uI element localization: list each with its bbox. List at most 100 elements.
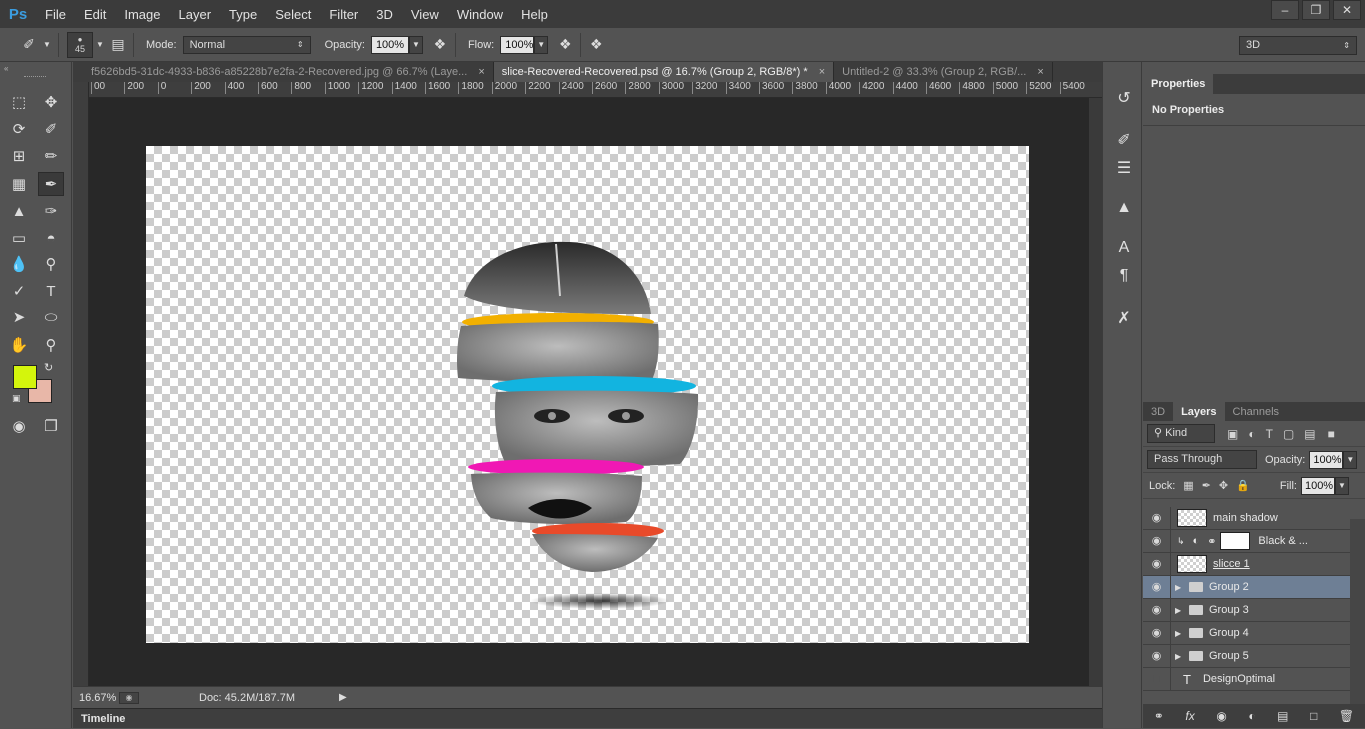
mode-select[interactable]: Normal ⇕ [182,35,311,54]
layer-opacity-dropdown[interactable]: ▼ [1343,450,1358,469]
canvas-vertical-scrollbar[interactable] [1089,98,1102,686]
screen-mode-icon[interactable]: ❐ [38,414,64,438]
fill-input[interactable]: 100% [1300,476,1335,495]
filter-pixel-icon[interactable]: ▣ [1227,427,1238,441]
expand-arrow-icon[interactable]: ▶ [1175,583,1185,592]
brush-tool-preset-icon[interactable]: ✐ [18,34,40,56]
visibility-eye-icon[interactable]: ◉ [1143,506,1171,530]
menu-filter[interactable]: Filter [320,7,367,22]
brush-dropdown[interactable]: ▼ [93,36,107,54]
dodge-tool-icon[interactable]: ⚲ [38,252,64,276]
layers-scrollbar[interactable] [1350,519,1365,704]
expand-arrow-icon[interactable]: ▶ [1175,629,1185,638]
type-tool-icon[interactable]: T [38,279,64,303]
expand-arrow-icon[interactable]: ▶ [1175,652,1185,661]
menu-image[interactable]: Image [115,7,169,22]
paint-bucket-tool-icon[interactable]: ◓ [38,226,64,250]
healing-brush-tool-icon[interactable]: ▦ [6,172,32,196]
opacity-dropdown[interactable]: ▼ [408,35,423,54]
layer-opacity-input[interactable]: 100% [1309,450,1344,469]
brush-size-picker[interactable]: ● 45 [67,31,93,58]
restore-button[interactable]: ❐ [1302,0,1330,20]
tool-presets-icon[interactable]: ✗ [1112,306,1136,330]
layer-row[interactable]: ◉ ▶ Group 2 [1143,575,1350,599]
visibility-eye-icon[interactable]: ◉ [1143,575,1171,599]
paragraph-panel-icon[interactable]: ¶ [1112,264,1136,288]
menu-window[interactable]: Window [448,7,512,22]
default-colors-icon[interactable]: ▣ [12,393,21,404]
document-canvas[interactable] [146,146,1029,643]
tab-3d[interactable]: 3D [1143,402,1173,422]
visibility-eye-icon[interactable]: ◉ [1143,529,1171,553]
clone-stamp-tool-icon[interactable]: ▲ [6,199,32,223]
blend-mode-select[interactable]: Pass Through [1147,450,1257,469]
lock-position-icon[interactable]: ✥ [1219,479,1228,492]
opacity-input[interactable]: 100% [370,35,409,54]
toolbar-collapse-icon[interactable]: « [4,64,8,73]
layer-mask-thumbnail[interactable] [1220,532,1251,550]
marquee-tool-icon[interactable]: ⬚ [6,90,32,114]
character-panel-icon[interactable]: A [1112,236,1136,260]
pressure-opacity-icon[interactable]: ❖ [429,34,451,56]
layer-row[interactable]: ◉ ▶ Group 3 [1143,598,1350,622]
tab-layers[interactable]: Layers [1173,402,1225,422]
flow-input[interactable]: 100% [500,35,535,54]
blur-tool-icon[interactable]: 💧 [6,252,32,276]
visibility-eye-icon[interactable]: ◉ [1143,621,1171,645]
zoom-tool-icon[interactable]: ⚲ [38,333,64,357]
menu-type[interactable]: Type [220,7,266,22]
minimize-button[interactable]: – [1271,0,1299,20]
filter-shape-icon[interactable]: ▢ [1283,427,1294,441]
foreground-color-swatch[interactable] [13,365,37,389]
menu-select[interactable]: Select [266,7,320,22]
new-layer-icon[interactable]: □ [1310,709,1317,723]
fx-icon[interactable]: fx [1185,709,1194,723]
fill-dropdown[interactable]: ▼ [1334,476,1349,495]
history-brush-tool-icon[interactable]: ✑ [38,199,64,223]
visibility-eye-icon[interactable]: ◉ [1143,552,1171,576]
workspace-select[interactable]: 3D ⇕ [1239,36,1357,55]
mask-icon[interactable]: ◉ [1216,709,1226,723]
lock-transparency-icon[interactable]: ▦ [1183,479,1193,492]
doc-tab-3[interactable]: Untitled-2 @ 33.3% (Group 2, RGB/... × [834,62,1053,82]
status-menu-arrow-icon[interactable]: ▶ [339,692,347,703]
lasso-tool-icon[interactable]: ⟳ [6,117,32,141]
filter-adjustment-icon[interactable]: ◐ [1248,427,1255,441]
layer-row[interactable]: ◉ main shadow [1143,506,1350,530]
menu-view[interactable]: View [402,7,448,22]
layer-row[interactable]: □ T DesignOptimal [1143,667,1350,691]
path-selection-tool-icon[interactable]: ➤ [6,305,32,329]
move-tool-icon[interactable]: ✥ [38,90,64,114]
close-icon[interactable]: × [478,66,484,78]
filter-type-icon[interactable]: T [1266,427,1273,441]
mask-link-icon[interactable]: ⚭ [1207,535,1216,548]
brush-presets-icon[interactable]: ✐ [1112,128,1136,152]
filter-toggle-icon[interactable]: ■ [1328,427,1335,441]
ellipse-tool-icon[interactable]: ⬭ [38,305,64,329]
clone-source-icon[interactable]: ▲ [1112,196,1136,220]
visibility-eye-icon[interactable]: ◉ [1143,598,1171,622]
flow-dropdown[interactable]: ▼ [534,35,549,54]
quick-selection-tool-icon[interactable]: ✐ [38,117,64,141]
menu-3d[interactable]: 3D [367,7,402,22]
filter-smart-object-icon[interactable]: ▤ [1304,427,1315,441]
layer-row[interactable]: ◉ ↳ ◐ ⚭ Black & ... [1143,529,1350,553]
eraser-tool-icon[interactable]: ▭ [6,226,32,250]
brush-panel-toggle-icon[interactable]: ▤ [107,34,129,56]
tab-channels[interactable]: Channels [1225,402,1287,422]
filter-kind-select[interactable]: ⚲ Kind [1147,424,1215,443]
lock-pixels-icon[interactable]: ✒ [1202,479,1211,492]
quick-mask-icon[interactable]: ◉ [6,414,32,438]
visibility-eye-icon[interactable]: ◉ [1143,644,1171,668]
brush-tool-icon[interactable]: ✒ [38,172,64,196]
menu-help[interactable]: Help [512,7,557,22]
close-icon[interactable]: × [819,66,825,78]
layer-row[interactable]: ◉ ▶ Group 4 [1143,621,1350,645]
toolbar-grip[interactable] [24,76,46,79]
airbrush-icon[interactable]: ❖ [554,34,576,56]
brush-panel-icon[interactable]: ☰ [1112,156,1136,180]
expand-arrow-icon[interactable]: ▶ [1175,606,1185,615]
hand-tool-icon[interactable]: ✋ [6,333,32,357]
link-icon[interactable]: ⚭ [1154,709,1164,723]
horizontal-ruler[interactable]: 00 200 0 200 400 600 800 1000 1200 1400 1600 1800 20… [89,82,1102,98]
